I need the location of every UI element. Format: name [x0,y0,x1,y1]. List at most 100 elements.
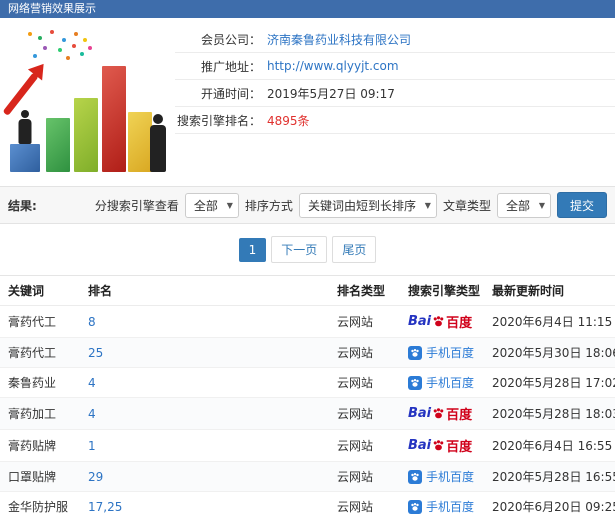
bar-lime [74,98,98,172]
confetti-dots [28,32,32,36]
open-time-value: 2019年5月27日 09:17 [267,86,395,101]
chevron-down-icon: ▼ [226,200,233,210]
rank-link[interactable]: 1 [88,439,96,453]
info-row-rank-count: 搜索引擎排名： 4895条 [175,107,615,134]
header-update-time: 最新更新时间 [484,275,615,306]
baidu-logo: Bai 百度 [408,404,472,423]
mobile-baidu-label: 手机百度 [426,470,475,484]
mobile-baidu-badge: 手机百度 [408,344,474,361]
update-time-cell: 2020年6月20日 09:25 [484,491,615,520]
baidu-wordmark-cn: 百度 [446,440,473,455]
mobile-baidu-icon [408,345,422,360]
sort-filter-label: 排序方式 [244,198,293,213]
keyword-cell: 膏药代工 [0,305,80,338]
chart-illustration [0,18,175,180]
header-rank-type: 排名类型 [329,275,400,306]
chevron-down-icon: ▼ [538,200,545,210]
baidu-wordmark-cn: 百度 [446,408,473,423]
header-engine-type: 搜索引擎类型 [400,275,484,306]
promo-url-label: 推广地址： [200,59,261,74]
mobile-baidu-label: 手机百度 [426,346,475,360]
keyword-cell: 膏药加工 [0,397,80,430]
rank-count-label: 搜索引擎排名： [176,113,261,128]
update-time-cell: 2020年6月4日 16:55 [484,429,615,462]
article-type-label: 文章类型 [442,198,491,213]
table-row: 膏药代工 8 云网站 Bai 百度 手机百度 2020年6月4日 11:15 [0,305,615,338]
table-row: 秦鲁药业 4 云网站 Bai 百度 手机百度 2020年5月28日 17:02 [0,367,615,398]
baidu-paw-icon [433,316,444,327]
rank-link[interactable]: 4 [88,407,96,421]
rank-type-cell: 云网站 [329,397,400,430]
baidu-paw-icon [433,440,444,451]
submit-button[interactable]: 提交 [556,192,607,218]
rank-link[interactable]: 29 [88,470,103,484]
update-time-cell: 2020年5月28日 18:03 [484,397,615,430]
rank-type-cell: 云网站 [329,429,400,462]
mobile-baidu-icon [408,375,422,390]
rank-link[interactable]: 17,25 [88,500,122,514]
rank-link[interactable]: 4 [88,376,96,390]
info-row-open-time: 开通时间： 2019年5月27日 09:17 [175,80,615,107]
pagination: 1 下一页 尾页 [0,224,615,275]
mobile-baidu-badge: 手机百度 [408,374,474,391]
filter-controls: 分搜索引擎查看 全部 ▼ 排序方式 关键词由短到长排序 ▼ 文章类型 全部 ▼ … [95,192,607,218]
header-keyword: 关键词 [0,275,80,306]
keyword-cell: 膏药贴牌 [0,429,80,462]
sort-filter-value: 关键词由短到长排序 [307,198,416,213]
mobile-baidu-badge: 手机百度 [408,498,474,515]
rank-count-value: 4895条 [267,113,310,128]
ranking-table: 关键词 排名 排名类型 搜索引擎类型 最新更新时间 膏药代工 8 云网站 Bai… [0,275,615,520]
article-type-select[interactable]: 全部 ▼ [496,192,551,218]
result-label: 结果: [8,198,37,213]
mobile-baidu-label: 手机百度 [426,376,475,390]
engine-filter-value: 全部 [193,198,218,213]
article-type-value: 全部 [505,198,530,213]
mobile-baidu-icon [408,499,422,514]
person-figure-left [16,110,34,144]
next-page-button[interactable]: 下一页 [271,236,328,263]
bar-blue [10,144,40,172]
bar-red [102,66,126,172]
update-time-cell: 2020年5月30日 18:06 [484,337,615,368]
keyword-cell: 秦鲁药业 [0,367,80,398]
baidu-wordmark-bai: Bai [408,406,432,421]
table-body: 膏药代工 8 云网站 Bai 百度 手机百度 2020年6月4日 11:15 膏… [0,305,615,520]
update-time-cell: 2020年6月4日 11:15 [484,305,615,338]
company-label: 会员公司： [200,32,261,47]
chevron-down-icon: ▼ [424,200,431,210]
rank-type-cell: 云网站 [329,461,400,492]
member-info-list: 会员公司： 济南秦鲁药业科技有限公司 推广地址： http://www.qlyy… [175,18,615,180]
rank-type-cell: 云网站 [329,305,400,338]
rank-link[interactable]: 8 [88,315,96,329]
rank-type-cell: 云网站 [329,491,400,520]
table-header-row: 关键词 排名 排名类型 搜索引擎类型 最新更新时间 [0,275,615,306]
header-rank: 排名 [80,275,329,306]
baidu-logo: Bai 百度 [408,312,472,331]
baidu-wordmark-bai: Bai [408,314,432,329]
rank-type-cell: 云网站 [329,337,400,368]
engine-filter-select[interactable]: 全部 ▼ [184,192,239,218]
table-row: 膏药贴牌 1 云网站 Bai 百度 手机百度 2020年6月4日 16:55 [0,429,615,462]
open-time-label: 开通时间： [200,86,261,101]
mobile-baidu-badge: 手机百度 [408,468,474,485]
baidu-paw-icon [433,408,444,419]
last-page-button[interactable]: 尾页 [332,236,377,263]
rank-link[interactable]: 25 [88,346,103,360]
filter-bar: 结果: 分搜索引擎查看 全部 ▼ 排序方式 关键词由短到长排序 ▼ 文章类型 全… [0,186,615,224]
summary-card: 会员公司： 济南秦鲁药业科技有限公司 推广地址： http://www.qlyy… [0,18,615,180]
baidu-wordmark-cn: 百度 [446,316,473,331]
baidu-wordmark-bai: Bai [408,438,432,453]
rank-type-cell: 云网站 [329,367,400,398]
keyword-cell: 金华防护服 [0,491,80,520]
sort-filter-select[interactable]: 关键词由短到长排序 ▼ [298,192,437,218]
info-row-company: 会员公司： 济南秦鲁药业科技有限公司 [175,26,615,53]
update-time-cell: 2020年5月28日 17:02 [484,367,615,398]
mobile-baidu-icon [408,469,422,484]
company-link[interactable]: 济南秦鲁药业科技有限公司 [267,31,411,48]
update-time-cell: 2020年5月28日 16:55 [484,461,615,492]
page-button-1[interactable]: 1 [238,237,267,262]
baidu-logo: Bai 百度 [408,436,472,455]
promo-url-link[interactable]: http://www.qlyyjt.com [267,59,399,73]
page-title: 网络营销效果展示 [0,0,615,18]
mobile-baidu-label: 手机百度 [426,500,475,514]
